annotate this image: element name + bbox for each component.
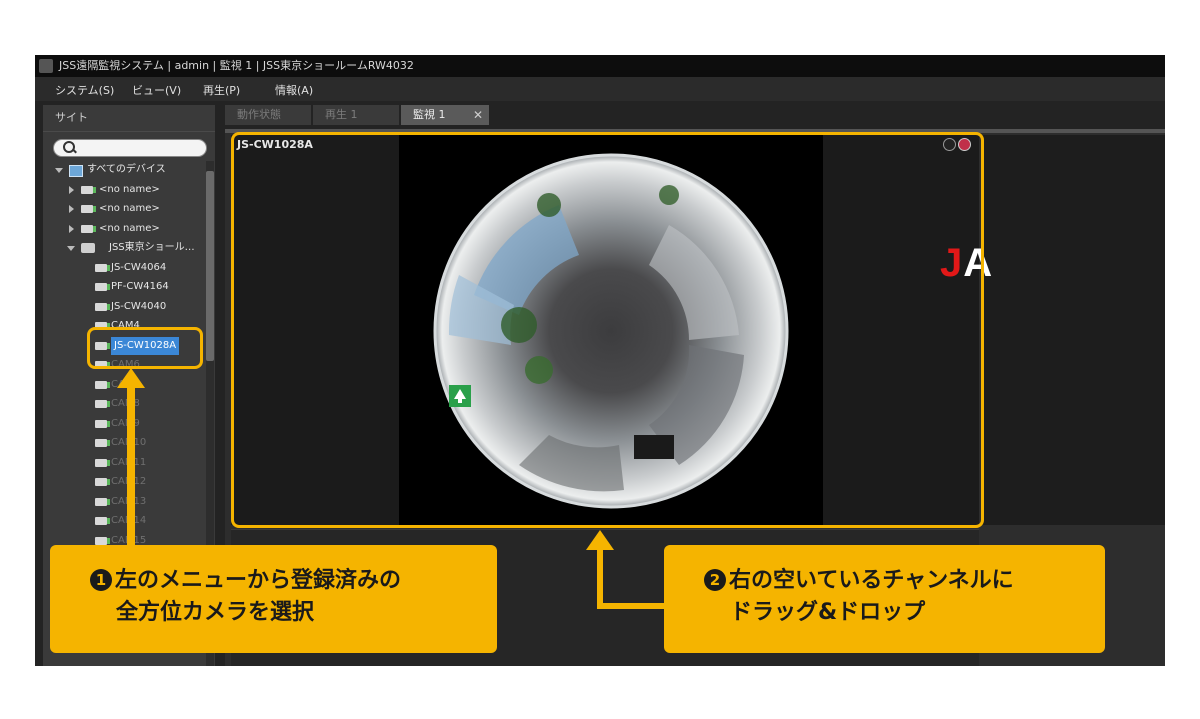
step-2-text-1: 右の空いているチャンネルに	[729, 568, 1014, 593]
camera-icon	[95, 458, 110, 467]
tree-item-label: <no name>	[99, 183, 160, 195]
tree-item-label: JSS東京ショール…	[109, 242, 195, 253]
sidebar-header: サイト	[43, 105, 215, 132]
camera-icon	[81, 224, 96, 233]
tree-item-label: CAM11	[111, 456, 147, 468]
tree-item-label: JS-CW4040	[111, 300, 167, 312]
camera-icon	[95, 419, 110, 428]
tree-item-label: すべてのデバイス	[87, 164, 166, 175]
menu-info[interactable]: 情報(A)	[275, 82, 313, 98]
menu-bar: システム(S) ビュー(V) 再生(P) 情報(A)	[35, 77, 1165, 101]
camera-icon	[81, 185, 96, 194]
step-2-text-2: ドラッグ&ドロップ	[730, 600, 926, 625]
title-bar: JSS遠隔監視システム | admin | 監視 1 | JSS東京ショールーム…	[35, 55, 1165, 77]
step-2-number: 2	[704, 569, 726, 591]
camera-icon	[95, 517, 110, 525]
camera-icon	[95, 536, 110, 545]
menu-system[interactable]: システム(S)	[55, 82, 114, 98]
tab-monitor-label: 監視 1	[413, 108, 446, 121]
view-tabs: 動作状態 再生 1 監視 1 ✕	[225, 105, 1165, 125]
tab-playback[interactable]: 再生 1	[313, 105, 399, 125]
chevron-right-icon[interactable]	[69, 205, 74, 213]
menu-play[interactable]: 再生(P)	[203, 82, 240, 98]
camera-icon	[95, 400, 110, 408]
tree-item-label: <no name>	[99, 222, 160, 234]
tree-item-label: PF-CW4164	[111, 281, 169, 292]
tree-item-label: <no name>	[99, 203, 160, 214]
step-1-number: 1	[90, 569, 112, 591]
window-title: JSS遠隔監視システム | admin | 監視 1 | JSS東京ショールーム…	[59, 59, 414, 72]
camera-channel-2[interactable]	[981, 135, 1165, 525]
tab-status[interactable]: 動作状態	[225, 105, 311, 125]
camera-icon	[81, 205, 96, 213]
camera-icon	[95, 380, 110, 389]
camera-icon	[95, 302, 110, 311]
camera-icon	[95, 283, 110, 291]
tree-item-label: CAM10	[111, 437, 147, 448]
tree-item-label: JS-CW4064	[111, 261, 167, 273]
tree-item-label: CAM13	[111, 495, 147, 507]
tree-item-label: CAM14	[111, 515, 147, 526]
chevron-down-icon[interactable]	[55, 168, 63, 173]
callout-step-1: 1 左のメニューから登録済みの 全方位カメラを選択	[50, 545, 497, 653]
search-icon	[63, 141, 75, 153]
device-list-icon	[69, 165, 83, 177]
camera-icon	[95, 263, 110, 272]
tree-item-label: CAM9	[111, 417, 140, 429]
tree-item-label: CAM7	[111, 378, 140, 390]
tab-playback-label: 再生 1	[325, 108, 358, 121]
tree-item-label: CAM12	[111, 476, 147, 487]
tab-status-label: 動作状態	[237, 108, 281, 121]
recorder-icon	[81, 243, 95, 253]
camera-icon	[95, 439, 110, 447]
close-icon[interactable]: ✕	[461, 105, 483, 125]
chevron-right-icon[interactable]	[69, 185, 74, 194]
search-input[interactable]	[53, 139, 207, 157]
tab-monitor[interactable]: 監視 1 ✕	[401, 105, 489, 125]
step-1-text-1: 左のメニューから登録済みの	[115, 568, 402, 593]
camera-icon	[95, 497, 110, 506]
tree-item-label: CAM8	[111, 398, 140, 409]
step-1-text-2: 全方位カメラを選択	[116, 600, 315, 625]
menu-view[interactable]: ビュー(V)	[132, 82, 181, 98]
chevron-down-icon[interactable]	[67, 246, 75, 251]
camera-icon	[95, 478, 110, 486]
chevron-right-icon[interactable]	[69, 224, 74, 233]
channel-highlight	[231, 132, 984, 528]
app-icon	[39, 59, 53, 73]
selection-highlight	[87, 327, 203, 369]
tree-scroll-thumb[interactable]	[206, 171, 214, 361]
callout-step-2: 2 右の空いているチャンネルに ドラッグ&ドロップ	[664, 545, 1105, 653]
